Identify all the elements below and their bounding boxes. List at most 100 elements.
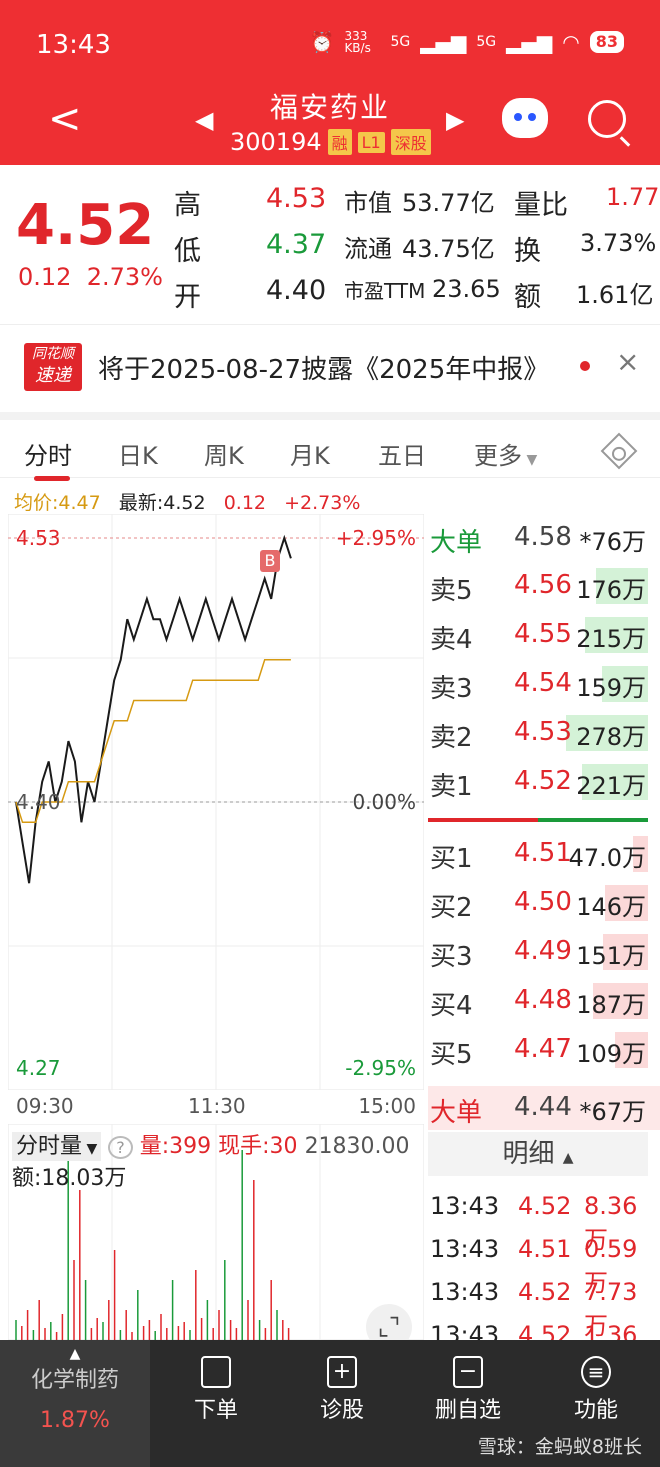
ask-row[interactable]: 卖1 4.52 221万 (428, 760, 660, 804)
big-sell-price: 4.58 (514, 522, 572, 552)
diagnose-button[interactable]: + 诊股 (282, 1340, 402, 1424)
close-icon[interactable]: × (616, 345, 639, 378)
settings-icon[interactable] (600, 432, 638, 470)
bid-row[interactable]: 买2 4.50 146万 (428, 881, 660, 925)
ask-vol: 176万 (576, 576, 646, 604)
order-icon (201, 1356, 231, 1388)
bid-row[interactable]: 买1 4.51 47.0万 (428, 832, 660, 876)
ask-vol: 215万 (576, 625, 646, 653)
detail-time: 13:43 (430, 1235, 500, 1263)
big-buy-label: 大单 (430, 1098, 483, 1128)
sector-button[interactable]: ▲ 化学制药 1.87% (0, 1340, 150, 1467)
notice-bar[interactable]: 同花顺 速递 将于2025-08-27披露《2025年中报》 × (0, 324, 660, 404)
order-button[interactable]: 下单 (156, 1340, 276, 1424)
volume-value: 量:399 (139, 1134, 212, 1159)
axis-mid-pct: 0.00% (352, 790, 416, 814)
tab-monthly-k[interactable]: 月K (290, 436, 330, 471)
tab-daily-k[interactable]: 日K (118, 436, 158, 471)
stock-code-row: 300194 融 L1 深股 (230, 128, 431, 156)
ask-row[interactable]: 卖2 4.53 278万 (428, 711, 660, 755)
volratio-label: 量比 (514, 190, 568, 221)
amount-label: 额 (514, 282, 541, 313)
low-label: 低 (174, 236, 201, 267)
search-icon[interactable] (588, 100, 626, 138)
detail-price: 4.52 (518, 1192, 572, 1220)
bid-label: 买4 (430, 991, 473, 1021)
logo-top: 同花顺 (32, 346, 74, 362)
bid-row[interactable]: 买4 4.48 187万 (428, 979, 660, 1023)
volume-amount: 额:18.03万 (12, 1166, 127, 1191)
dropdown-arrow-icon: ▼ (522, 452, 538, 468)
axis-top-price: 4.53 (16, 526, 61, 550)
ask-row[interactable]: 卖3 4.54 159万 (428, 662, 660, 706)
bid-row[interactable]: 买3 4.49 151万 (428, 930, 660, 974)
tab-more[interactable]: 更多 ▼ (474, 436, 537, 471)
function-button[interactable]: ≡ 功能 (536, 1340, 656, 1424)
status-time: 13:43 (36, 30, 111, 60)
big-sell-row[interactable]: 大单 4.58 *76万 (428, 516, 660, 560)
tab-weekly-k[interactable]: 周K (204, 436, 244, 471)
axis-mid-price: 4.40 (16, 790, 61, 814)
diagnose-label: 诊股 (319, 1398, 364, 1423)
tab-intraday[interactable]: 分时 (24, 436, 72, 471)
open-label: 开 (174, 282, 201, 313)
ask-row[interactable]: 卖4 4.55 215万 (428, 613, 660, 657)
mktcap-value: 53.77亿 (402, 189, 495, 217)
ask-vol: 278万 (576, 723, 646, 751)
bid-label: 买3 (430, 942, 473, 972)
volume-selector[interactable]: 分时量 ▼ (12, 1132, 102, 1161)
ask-price: 4.56 (514, 570, 572, 600)
avg-price: 均价:4.47 (14, 492, 101, 514)
info-line: 均价:4.47 最新:4.52 0.12 +2.73% (14, 488, 360, 515)
signal-5g-2: 5G (476, 34, 497, 50)
robot-assistant-icon[interactable] (502, 98, 548, 138)
intraday-chart[interactable]: 4.53 +2.95% 4.40 0.00% 4.27 -2.95% B (7, 513, 425, 1091)
axis-bottom-price: 4.27 (16, 1056, 61, 1080)
change-value: 0.12 (18, 263, 72, 291)
ask-price: 4.52 (514, 766, 572, 796)
chart-tabs: 分时 日K 周K 月K 五日 更多 ▼ (0, 412, 660, 481)
detail-header[interactable]: 明细 ▲ (428, 1132, 648, 1176)
header: 13:43 ⏰ 333 KB/s 5G ▂▄▆ 5G ▂▄▆ ◠ 83 < ◀ … (0, 0, 660, 165)
bid-price: 4.47 (514, 1034, 572, 1064)
turnover-value: 3.73% (580, 229, 657, 257)
axis-top-pct: +2.95% (335, 526, 416, 550)
ask-label: 卖1 (430, 772, 473, 802)
stock-code: 300194 (230, 128, 322, 156)
bid-label: 买5 (430, 1040, 473, 1070)
buy-marker[interactable]: B (260, 550, 280, 572)
signal-icon: ▂▄▆ (420, 30, 467, 54)
high-label: 高 (174, 190, 201, 221)
bid-price: 4.49 (514, 936, 572, 966)
bid-price: 4.50 (514, 887, 572, 917)
amount-value: 1.61亿 (576, 281, 654, 309)
bid-label: 买1 (430, 844, 473, 874)
quote-panel: 4.52 0.12 2.73% 高 4.53 低 4.37 开 4.40 市值 … (0, 165, 660, 315)
tab-underline (34, 476, 70, 481)
current-price: 4.52 (16, 193, 155, 258)
ask-label: 卖4 (430, 625, 473, 655)
tag-margin: 融 (327, 129, 352, 155)
alarm-icon: ⏰ (309, 30, 335, 54)
ask-row[interactable]: 卖5 4.56 176万 (428, 564, 660, 608)
orderbook-divider (428, 818, 648, 822)
help-icon[interactable]: ? (108, 1136, 133, 1159)
sector-pct: 1.87% (40, 1408, 110, 1433)
menu-circle-icon: ≡ (581, 1356, 611, 1388)
notice-text[interactable]: 将于2025-08-27披露《2025年中报》 (98, 349, 549, 386)
detail-time: 13:43 (430, 1278, 500, 1306)
remove-watchlist-button[interactable]: − 删自选 (408, 1340, 528, 1424)
change-pct: 2.73% (86, 263, 163, 291)
detail-time: 13:43 (430, 1192, 500, 1220)
info-change: 0.12 (223, 492, 266, 514)
next-stock-button[interactable]: ▶ (446, 106, 464, 134)
bid-row[interactable]: 买5 4.47 109万 (428, 1028, 660, 1072)
wifi-icon: ◠ (562, 30, 580, 54)
order-label: 下单 (193, 1398, 238, 1423)
big-sell-vol: *76万 (579, 528, 646, 556)
tab-more-label: 更多 (474, 442, 522, 470)
pe-label: 市盈TTM (344, 279, 426, 303)
big-buy-row[interactable]: 大单 4.44 *67万 (428, 1086, 660, 1130)
status-icons: ⏰ 333 KB/s 5G ▂▄▆ 5G ▂▄▆ ◠ 83 (310, 30, 624, 54)
tab-five-day[interactable]: 五日 (378, 436, 426, 471)
